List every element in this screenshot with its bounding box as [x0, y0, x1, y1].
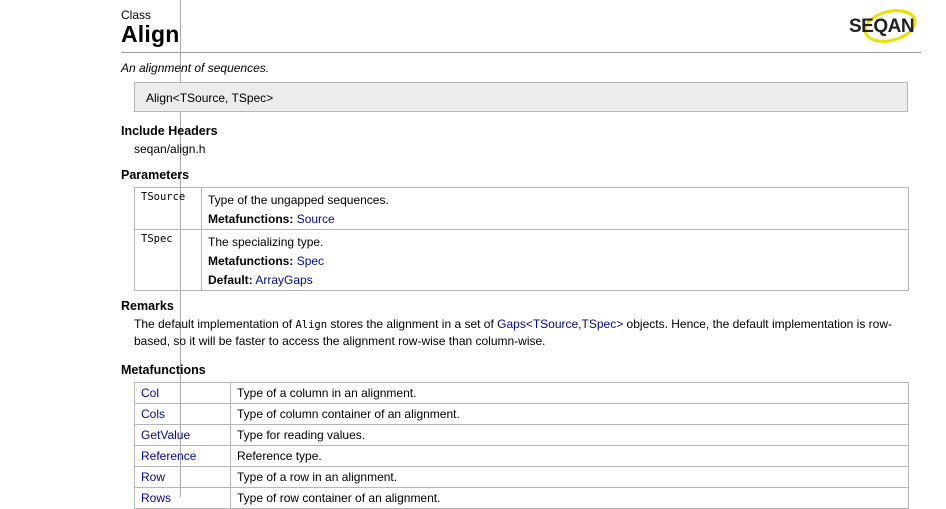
metafunctions-label: Metafunctions: — [208, 212, 294, 226]
link-col[interactable]: Col — [141, 386, 159, 400]
metafunctions-table: Col Type of a column in an alignment. Co… — [134, 382, 909, 509]
metafunctions-label: Metafunctions: — [208, 254, 294, 268]
link-arraygaps[interactable]: ArrayGaps — [255, 273, 312, 287]
parameters-table: TSource Type of the ungapped sequences. … — [134, 187, 909, 291]
metafunction-desc: Type of a column in an alignment. — [230, 382, 909, 404]
remarks-part1: The default implementation of — [134, 317, 296, 331]
table-row: Row Type of a row in an alignment. — [134, 466, 909, 488]
remarks-text: The default implementation of Align stor… — [134, 316, 914, 349]
table-row: TSpec The specializing type. Metafunctio… — [134, 229, 909, 291]
title-divider — [121, 52, 921, 53]
signature-box: Align<TSource, TSpec> — [134, 82, 908, 112]
link-getvalue[interactable]: GetValue — [141, 428, 190, 442]
link-reference[interactable]: Reference — [141, 449, 196, 463]
link-source[interactable]: Source — [297, 212, 335, 226]
table-row: TSource Type of the ungapped sequences. … — [134, 187, 909, 230]
param-name: TSource — [134, 187, 202, 230]
metafunctions-heading: Metafunctions — [121, 363, 206, 377]
link-row[interactable]: Row — [141, 470, 165, 484]
include-path: seqan/align.h — [134, 142, 206, 156]
default-label: Default: — [208, 273, 253, 287]
link-spec[interactable]: Spec — [297, 254, 324, 268]
signature-text: Align<TSource, TSpec> — [146, 91, 274, 105]
table-row: Rows Type of row container of an alignme… — [134, 487, 909, 509]
parameters-heading: Parameters — [121, 168, 190, 182]
metafunction-desc: Type of a row in an alignment. — [230, 466, 909, 488]
metafunction-desc: Type of column container of an alignment… — [230, 403, 909, 425]
table-row: Cols Type of column container of an alig… — [134, 403, 909, 425]
table-row: Col Type of a column in an alignment. — [134, 382, 909, 404]
remarks-code: Align — [295, 319, 328, 331]
remarks-heading: Remarks — [121, 299, 174, 313]
class-brief: An alignment of sequences. — [121, 61, 270, 75]
table-row: GetValue Type for reading values. — [134, 424, 909, 446]
page-kind: Class — [121, 8, 152, 22]
include-heading: Include Headers — [121, 124, 218, 138]
remarks-part2: stores the alignment in a set of — [327, 317, 498, 331]
param-name: TSpec — [134, 229, 202, 291]
page-title: Align — [121, 21, 180, 47]
param-desc-cell: The specializing type. Metafunctions: Sp… — [201, 229, 909, 291]
seqan-logo[interactable]: SEQAN — [846, 3, 921, 49]
logo-text: SEQAN — [849, 16, 915, 37]
metafunction-desc: Type for reading values. — [230, 424, 909, 446]
metafunction-desc: Reference type. — [230, 445, 909, 467]
param-desc: Type of the ungapped sequences. — [208, 193, 389, 207]
link-rows[interactable]: Rows — [141, 491, 171, 505]
table-row: Reference Reference type. — [134, 445, 909, 467]
param-desc: The specializing type. — [208, 235, 324, 249]
link-cols[interactable]: Cols — [141, 407, 165, 421]
link-gaps[interactable]: Gaps<TSource,TSpec> — [497, 317, 623, 331]
param-desc-cell: Type of the ungapped sequences. Metafunc… — [201, 187, 909, 230]
metafunction-desc: Type of row container of an alignment. — [230, 487, 909, 509]
